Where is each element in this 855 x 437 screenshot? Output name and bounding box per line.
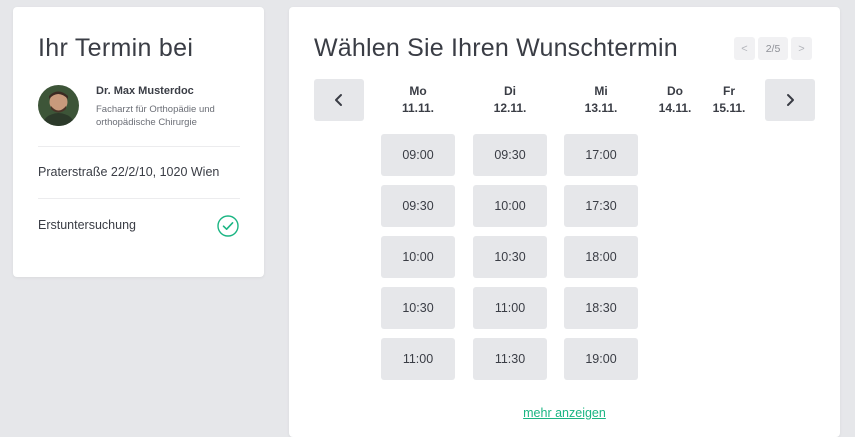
time-slot[interactable]: 11:30 [473,338,547,380]
time-slot[interactable]: 09:30 [381,185,455,227]
appointment-summary-card: Ihr Termin bei Dr. Max Musterdoc Facharz… [13,7,264,277]
practice-address: Praterstraße 22/2/10, 1020 Wien [38,165,220,179]
time-slot[interactable]: 10:00 [473,185,547,227]
prev-days-button[interactable] [314,79,364,121]
pager-prev-button[interactable]: < [734,37,755,60]
show-more-link[interactable]: mehr anzeigen [289,406,840,420]
summary-title: Ihr Termin bei [38,34,194,62]
check-circle-icon [217,215,239,237]
day-name: Di [504,84,516,98]
time-slot[interactable]: 09:00 [381,134,455,176]
doctor-specialty: Facharzt für Orthopädie und orthopädisch… [96,104,215,128]
time-slot[interactable]: 17:00 [564,134,638,176]
chevron-left-icon [335,94,342,106]
doctor-avatar [38,85,79,126]
time-slot[interactable]: 11:00 [473,287,547,329]
doctor-name: Dr. Max Musterdoc [96,85,194,97]
day-name: Mo [409,84,427,98]
booking-card: Wählen Sie Ihren Wunschtermin < 2/5 > Mo… [289,7,840,437]
chevron-right-icon [787,94,794,106]
day-date: 15.11. [712,101,746,115]
day-header-mo: Mo 11.11. [383,83,453,117]
day-header-fr: Fr 15.11. [694,83,764,117]
time-slot[interactable]: 17:30 [564,185,638,227]
week-pager: < 2/5 > [734,37,812,60]
divider [38,146,240,147]
booking-title: Wählen Sie Ihren Wunschtermin [314,34,678,62]
day-name: Mi [594,84,608,98]
divider [38,198,240,199]
time-slot[interactable]: 18:00 [564,236,638,278]
day-header-mi: Mi 13.11. [566,83,636,117]
day-date: 13.11. [584,101,618,115]
time-slot[interactable]: 10:00 [381,236,455,278]
time-slot[interactable]: 18:30 [564,287,638,329]
time-slot[interactable]: 10:30 [381,287,455,329]
time-slot[interactable]: 19:00 [564,338,638,380]
day-name: Fr [723,84,735,98]
pager-page-indicator: 2/5 [758,37,788,60]
pager-next-button[interactable]: > [791,37,812,60]
day-date: 11.11. [401,101,435,115]
time-slot[interactable]: 09:30 [473,134,547,176]
time-slot[interactable]: 11:00 [381,338,455,380]
day-date: 12.11. [493,101,527,115]
visit-type: Erstuntersuchung [38,218,136,232]
next-days-button[interactable] [765,79,815,121]
day-header-di: Di 12.11. [475,83,545,117]
time-slot[interactable]: 10:30 [473,236,547,278]
